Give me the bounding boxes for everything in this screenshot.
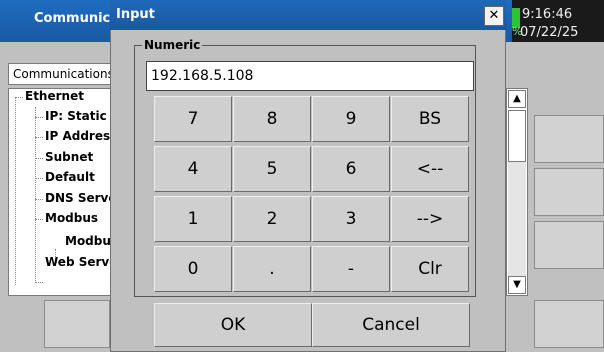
tree-connector [15,97,23,98]
cursor-right-key[interactable]: --> [391,196,469,242]
key-2[interactable]: 2 [233,196,311,242]
bottom-button[interactable] [534,300,604,348]
tree-connector [35,219,43,220]
numeric-group-label: Numeric [142,38,203,52]
settings-tree: Ethernet IP: Static IP Address Subnet De… [8,88,114,296]
cancel-button[interactable]: Cancel [312,303,470,347]
percent-indicator: % [512,25,523,38]
key-9[interactable]: 9 [312,96,390,142]
cursor-left-key[interactable]: <-- [391,146,469,192]
key-decimal[interactable]: . [233,246,311,292]
key-6[interactable]: 6 [312,146,390,192]
close-button[interactable]: ✕ [484,6,504,26]
tree-connector [35,282,43,283]
scrollbar-thumb[interactable] [508,110,526,162]
key-7[interactable]: 7 [154,96,232,142]
key-3[interactable]: 3 [312,196,390,242]
tree-item-ip-address[interactable]: IP Address [45,129,113,143]
tree-item-modbus-child[interactable]: Modbus [65,234,113,248]
tree-item-default-gateway[interactable]: Default [45,170,95,184]
side-button[interactable] [534,221,604,269]
key-8[interactable]: 8 [233,96,311,142]
side-button[interactable] [534,115,604,163]
tree-connector [15,97,16,285]
side-button[interactable] [534,168,604,216]
key-0[interactable]: 0 [154,246,232,292]
scrollbar-track[interactable] [508,162,526,276]
tree-item-dns-server[interactable]: DNS Server [45,191,113,205]
key-minus[interactable]: - [312,246,390,292]
clock-date: 07/22/25 [520,25,579,40]
tree-item-subnet[interactable]: Subnet [45,150,93,164]
backspace-key[interactable]: BS [391,96,469,142]
communications-tab[interactable]: Communications [8,63,114,85]
tree-connector [35,107,36,283]
tree-connector [35,158,43,159]
clear-key[interactable]: Clr [391,246,469,292]
tree-connector [35,137,43,138]
ok-button[interactable]: OK [154,303,312,347]
tree-connector [35,199,43,200]
key-4[interactable]: 4 [154,146,232,192]
scroll-up-button[interactable]: ▲ [508,90,526,108]
clock-time: 9:16:46 [522,7,573,22]
tree-connector [35,117,43,118]
dialog-title-bar [110,0,506,30]
tree-item-ethernet[interactable]: Ethernet [25,89,84,103]
tree-connector [35,178,43,179]
key-5[interactable]: 5 [233,146,311,192]
tree-item-ip-mode[interactable]: IP: Static [45,109,107,123]
dialog-title: Input [116,7,155,22]
tree-item-web-server[interactable]: Web Server [45,255,113,269]
scroll-down-button[interactable]: ▼ [508,276,526,294]
bottom-button[interactable] [44,300,110,348]
numeric-input[interactable] [146,61,474,91]
key-1[interactable]: 1 [154,196,232,242]
tree-item-modbus[interactable]: Modbus [45,211,98,225]
